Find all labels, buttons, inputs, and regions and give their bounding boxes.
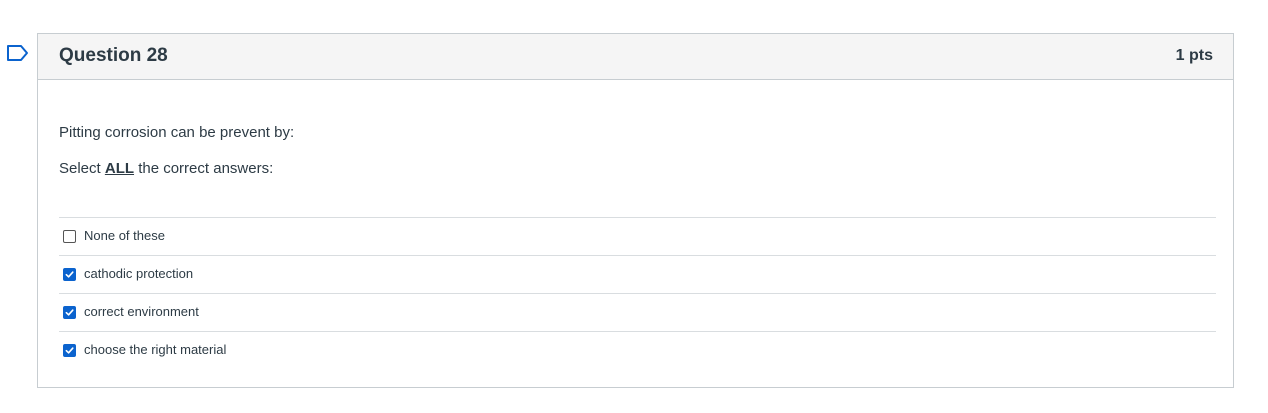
answer-checkbox[interactable] [63,268,76,281]
flag-question-icon[interactable] [6,44,30,62]
answer-option[interactable]: cathodic protection [59,255,1216,293]
answer-checkbox[interactable] [63,306,76,319]
answer-checkbox[interactable] [63,344,76,357]
instruction-prefix: Select [59,160,105,177]
answer-label[interactable]: None of these [84,228,165,243]
question-text: Pitting corrosion can be prevent by: [59,124,295,141]
question-header: Question 28 1 pts [38,34,1233,80]
checkmark-icon [65,347,74,354]
question-title: Question 28 [59,45,168,66]
instruction-emphasis: ALL [104,160,135,177]
answer-label[interactable]: choose the right material [84,342,226,357]
question-instruction: Select ALL the correct answers: [59,160,273,177]
checkmark-icon [65,271,74,278]
answer-checkbox[interactable] [63,230,76,243]
instruction-suffix: the correct answers: [134,160,274,177]
question-card: Question 28 1 pts Pitting corrosion can … [37,33,1234,388]
answer-option[interactable]: choose the right material [59,331,1216,369]
answer-label[interactable]: correct environment [84,304,199,319]
answer-option[interactable]: correct environment [59,293,1216,331]
answer-list: None of these cathodic protection correc… [59,217,1216,369]
quiz-page: Question 28 1 pts Pitting corrosion can … [0,0,1268,413]
answer-option[interactable]: None of these [59,217,1216,255]
question-points: 1 pts [1175,47,1213,64]
answer-label[interactable]: cathodic protection [84,266,193,281]
checkmark-icon [65,309,74,316]
